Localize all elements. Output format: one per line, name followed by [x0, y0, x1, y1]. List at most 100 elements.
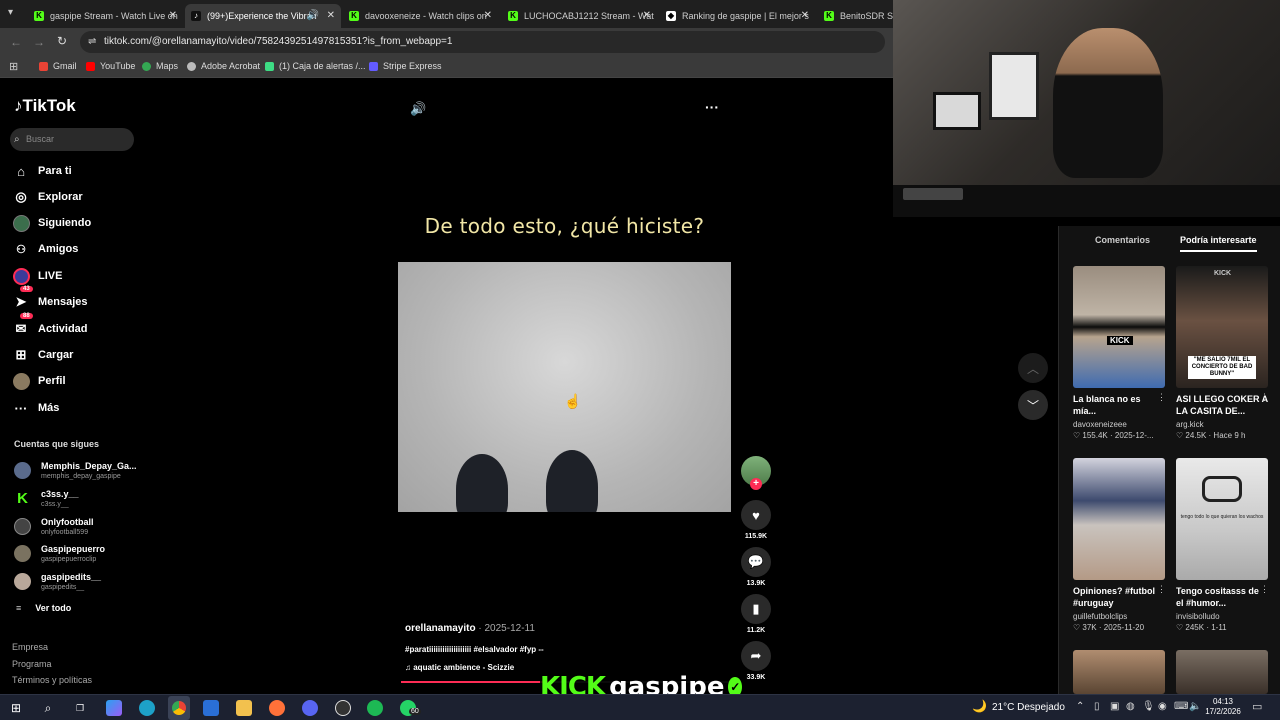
weather-text[interactable]: 21°C Despejado — [992, 702, 1065, 713]
apps-grid-icon[interactable]: ⊞ — [9, 60, 18, 73]
footer-link-programa[interactable]: Programa — [12, 659, 52, 669]
recommended-video-card[interactable]: tengo todo lo que quieran los wachos Ten… — [1176, 458, 1269, 632]
following-item[interactable]: Onlyfootball onlyfootball599 — [14, 517, 94, 537]
tab-kick-davooxeneize[interactable]: K davooxeneize - Watch clips on ✕ — [343, 4, 498, 28]
next-video-button[interactable]: ﹀ — [1018, 390, 1048, 420]
nav-mensajes[interactable]: ➤ 43 Mensajes — [12, 286, 88, 311]
reload-icon[interactable]: ↻ — [57, 34, 67, 48]
nav-perfil[interactable]: Perfil — [12, 372, 66, 390]
tab-kick-luchocabj[interactable]: K LUCHOCABJ1212 Stream - Wat ✕ — [502, 4, 657, 28]
footer-link-terminos[interactable]: Términos y políticas — [12, 675, 92, 685]
close-tab-icon[interactable]: ✕ — [327, 10, 335, 21]
footer-link-empresa[interactable]: Empresa — [12, 642, 48, 652]
nav-siguiendo[interactable]: Siguiendo — [12, 214, 91, 232]
following-item[interactable]: Gaspipepuerro gaspipepuerroclip — [14, 544, 105, 564]
comment-button[interactable]: 💬 13.9K — [741, 547, 771, 587]
edge-icon[interactable] — [139, 700, 155, 716]
following-item[interactable]: gaspipedits__ gaspipedits__ — [14, 572, 101, 592]
recommended-video-card[interactable]: Opiniones? #futbol #uruguay guillefutbol… — [1073, 458, 1166, 632]
diamond-favicon-icon: ◆ — [666, 11, 676, 21]
chrome-taskbar-button[interactable] — [168, 696, 190, 720]
close-tab-icon[interactable]: ✕ — [484, 10, 492, 21]
nav-actividad[interactable]: ✉ 88 Actividad — [12, 313, 88, 338]
nav-amigos[interactable]: ⚇ Amigos — [12, 240, 78, 258]
video-player[interactable]: ☝ — [398, 262, 731, 512]
tab-ranking-gaspipe[interactable]: ◆ Ranking de gaspipe | El mejor s ✕ — [660, 4, 815, 28]
bookmark-stripe[interactable]: Stripe Express — [369, 61, 442, 71]
volume-icon[interactable]: 🔊 — [410, 101, 426, 117]
tab-comentarios[interactable]: Comentarios — [1095, 235, 1150, 245]
author-avatar-button[interactable]: + — [741, 456, 771, 490]
video-music[interactable]: ♫ aquatic ambience - Scizzie — [405, 663, 514, 672]
close-tab-icon[interactable]: ✕ — [643, 10, 651, 21]
bookmark-youtube[interactable]: YouTube — [86, 61, 135, 71]
card-menu-icon[interactable]: ⋮ — [1157, 584, 1166, 595]
following-item[interactable]: Kc3ss.y__ c3ss.y__ — [14, 489, 78, 509]
bookmark-maps[interactable]: Maps — [142, 61, 178, 71]
logo-text: TikTok — [22, 96, 76, 115]
speaker-icon[interactable]: 🔊 — [307, 10, 319, 21]
firefox-icon[interactable] — [269, 700, 285, 716]
like-button[interactable]: ♥ 115.9K — [741, 500, 771, 540]
nav-cargar[interactable]: ⊞ Cargar — [12, 346, 74, 364]
tab-podria-interesarte[interactable]: Podría interesarte — [1180, 235, 1257, 252]
tray-app-icon[interactable]: ◉ — [1158, 701, 1167, 712]
previous-video-button[interactable]: ︿ — [1018, 353, 1048, 383]
see-all-link[interactable]: ≡ Ver todo — [16, 603, 71, 613]
bookmark-gmail[interactable]: Gmail — [39, 61, 77, 71]
card-menu-icon[interactable]: ⋮ — [1157, 392, 1166, 403]
discord-icon[interactable] — [302, 700, 318, 716]
obs-icon[interactable] — [335, 700, 351, 716]
volume-icon[interactable]: 🔈 — [1189, 701, 1201, 712]
clock[interactable]: 04:13 17/2/2026 — [1205, 697, 1241, 717]
more-options-icon[interactable]: ··· — [705, 99, 719, 115]
url-input[interactable]: ⇌ tiktok.com/@orellanamayito/video/75824… — [80, 31, 885, 53]
site-info-icon[interactable]: ⇌ — [88, 31, 96, 53]
file-explorer-icon[interactable] — [236, 700, 252, 716]
recommended-video-card[interactable]: KICK La blanca no es mía... davoxeneizee… — [1073, 266, 1166, 440]
bookmark-alerts[interactable]: (1) Caja de alertas /... — [265, 61, 366, 71]
spotify-icon[interactable] — [367, 700, 383, 716]
weather-moon-icon[interactable]: 🌙 — [972, 699, 987, 713]
card-menu-icon[interactable]: ⋮ — [1260, 392, 1269, 403]
video-author[interactable]: orellanamayito · 2025-12-11 — [405, 623, 535, 634]
bookmark-adobe-acrobat[interactable]: Adobe Acrobat — [187, 61, 260, 71]
tab-kick-benitosdr[interactable]: K BenitoSDR Stre — [818, 4, 893, 28]
forward-icon[interactable]: → — [33, 35, 45, 49]
close-tab-icon[interactable]: ✕ — [801, 10, 809, 21]
tray-app-icon[interactable]: ▣ — [1110, 701, 1119, 712]
close-tab-icon[interactable]: ✕ — [169, 10, 177, 21]
tab-kick-gaspipe[interactable]: K gaspipe Stream - Watch Live on ✕ — [28, 4, 183, 28]
share-button[interactable]: ➦ 33.9K — [741, 641, 771, 681]
microphone-icon[interactable]: 🎙 — [1142, 701, 1155, 712]
tray-app-icon[interactable]: ▯ — [1094, 701, 1100, 712]
back-icon[interactable]: ← — [10, 35, 22, 49]
nav-para-ti[interactable]: ⌂ Para ti — [12, 162, 72, 180]
whatsapp-icon[interactable]: 60 — [400, 700, 421, 716]
video-thumbnail[interactable] — [1073, 650, 1165, 694]
tab-tiktok[interactable]: ♪ (99+)Experience the Vibran 🔊 ✕ — [185, 4, 341, 28]
tray-overflow-icon[interactable]: ⌃ — [1076, 701, 1084, 712]
nav-mas[interactable]: ··· Más — [12, 399, 60, 417]
copilot-icon[interactable] — [106, 700, 122, 716]
heart-outline-icon: ♡ — [1073, 431, 1081, 440]
follow-plus-icon[interactable]: + — [750, 478, 762, 490]
url-text: tiktok.com/@orellanamayito/video/7582439… — [104, 36, 453, 47]
tray-app-icon[interactable]: ◍ — [1126, 701, 1135, 712]
tab-search-icon[interactable]: ▾ — [8, 7, 13, 18]
nav-live[interactable]: LIVE — [12, 267, 62, 285]
tiktok-logo[interactable]: ♪TikTok — [14, 96, 76, 116]
task-view-icon[interactable]: ❐ — [72, 700, 88, 716]
windows-start-icon[interactable]: ⊞ — [8, 700, 24, 716]
search-input[interactable]: ⌕ Buscar — [10, 128, 134, 151]
network-icon[interactable]: ⌨ — [1174, 701, 1188, 712]
notification-icon[interactable]: ▭ — [1252, 700, 1262, 713]
nav-explorar[interactable]: ◎ Explorar — [12, 188, 82, 206]
save-button[interactable]: ▮ 11.2K — [741, 594, 771, 634]
search-icon[interactable]: ⌕ — [40, 700, 56, 716]
video-thumbnail[interactable] — [1176, 650, 1268, 694]
following-item[interactable]: Memphis_Depay_Ga... memphis_depay_gaspipe — [14, 461, 137, 481]
recommended-video-card[interactable]: KICK "ME SALIO 7MIL EL CONCIERTO DE BAD … — [1176, 266, 1269, 440]
card-menu-icon[interactable]: ⋮ — [1260, 584, 1269, 595]
store-icon[interactable] — [203, 700, 219, 716]
